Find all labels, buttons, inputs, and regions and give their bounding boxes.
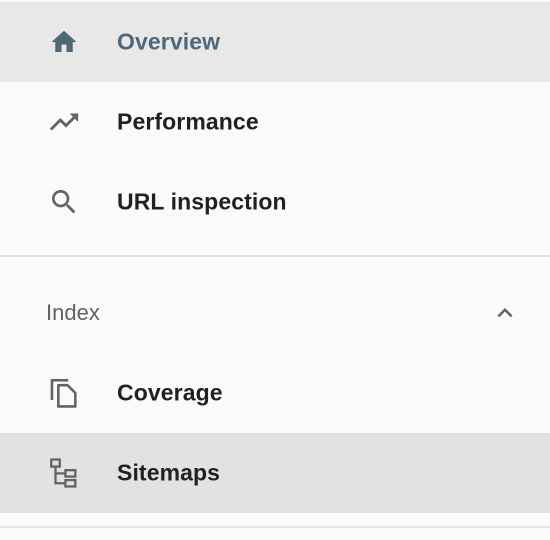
sidebar-item-label: Overview	[117, 28, 221, 55]
sidebar-item-performance[interactable]: Performance	[0, 82, 550, 162]
sidebar-item-label: Performance	[117, 108, 259, 135]
sidebar-item-label: Sitemaps	[117, 459, 221, 486]
section-divider	[0, 526, 550, 528]
sitemap-icon	[46, 455, 82, 491]
sidebar-item-coverage[interactable]: Coverage	[0, 353, 550, 433]
section-header-index[interactable]: Index	[0, 273, 550, 353]
file-copy-icon	[46, 375, 82, 411]
sidebar-item-url-inspection[interactable]: URL inspection	[0, 162, 550, 242]
search-icon	[46, 184, 82, 220]
sidebar-nav: Overview Performance URL inspection Inde…	[0, 0, 550, 540]
sidebar-item-overview[interactable]: Overview	[0, 2, 550, 82]
home-icon	[46, 24, 82, 60]
sidebar-item-label: URL inspection	[117, 188, 287, 215]
chevron-up-icon[interactable]	[490, 298, 520, 328]
section-divider	[0, 255, 550, 257]
section-label: Index	[46, 300, 100, 325]
sidebar-item-label: Coverage	[117, 379, 223, 406]
sidebar-item-sitemaps[interactable]: Sitemaps	[0, 433, 550, 513]
trending-up-icon	[46, 104, 82, 140]
